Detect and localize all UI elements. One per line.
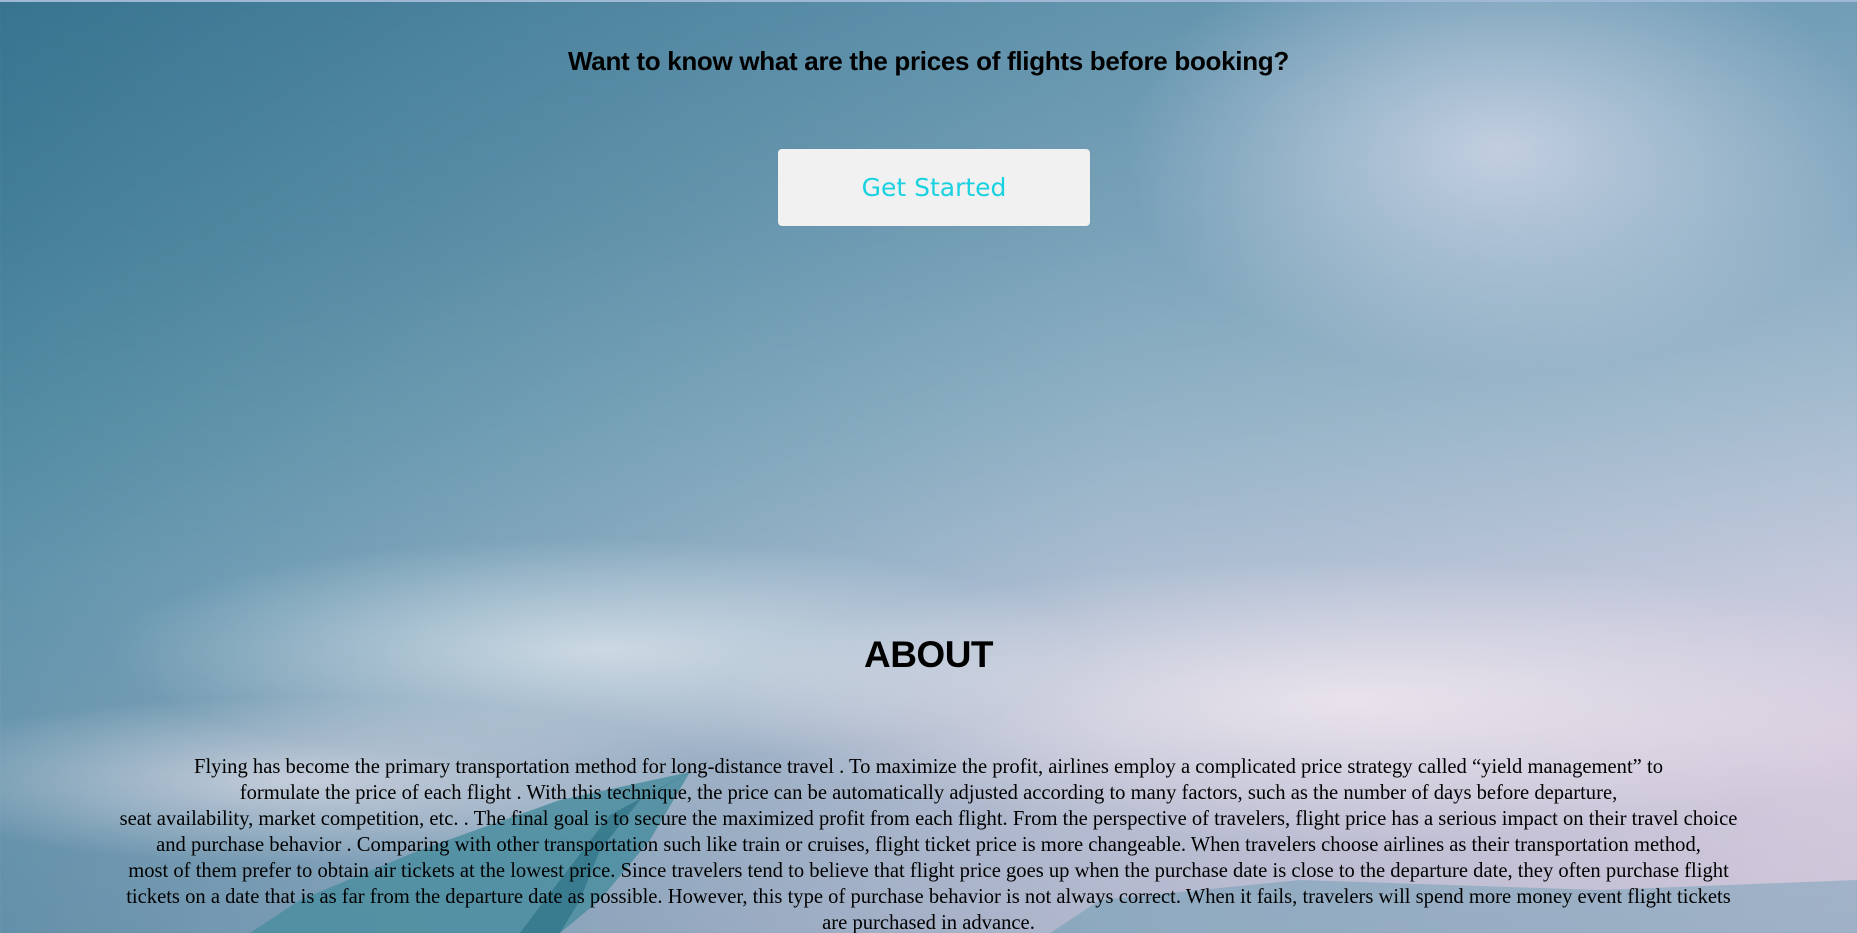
get-started-button[interactable]: Get Started	[778, 149, 1090, 226]
hero-headline: Want to know what are the prices of flig…	[568, 46, 1289, 76]
about-paragraph: Flying has become the primary transporta…	[40, 754, 1817, 933]
about-line: formulate the price of each flight . Wit…	[239, 782, 1618, 804]
about-line: tickets on a date that is as far from th…	[126, 886, 1731, 908]
about-line: most of them prefer to obtain air ticket…	[128, 860, 1729, 882]
about-heading: ABOUT	[863, 634, 994, 675]
about-line: and purchase behavior . Comparing with o…	[156, 834, 1701, 856]
about-line: Flying has become the primary transporta…	[193, 756, 1663, 778]
about-line: seat availability, market competition, e…	[119, 808, 1738, 830]
top-border	[0, 0, 1857, 2]
about-line: are purchased in advance.	[822, 912, 1035, 933]
